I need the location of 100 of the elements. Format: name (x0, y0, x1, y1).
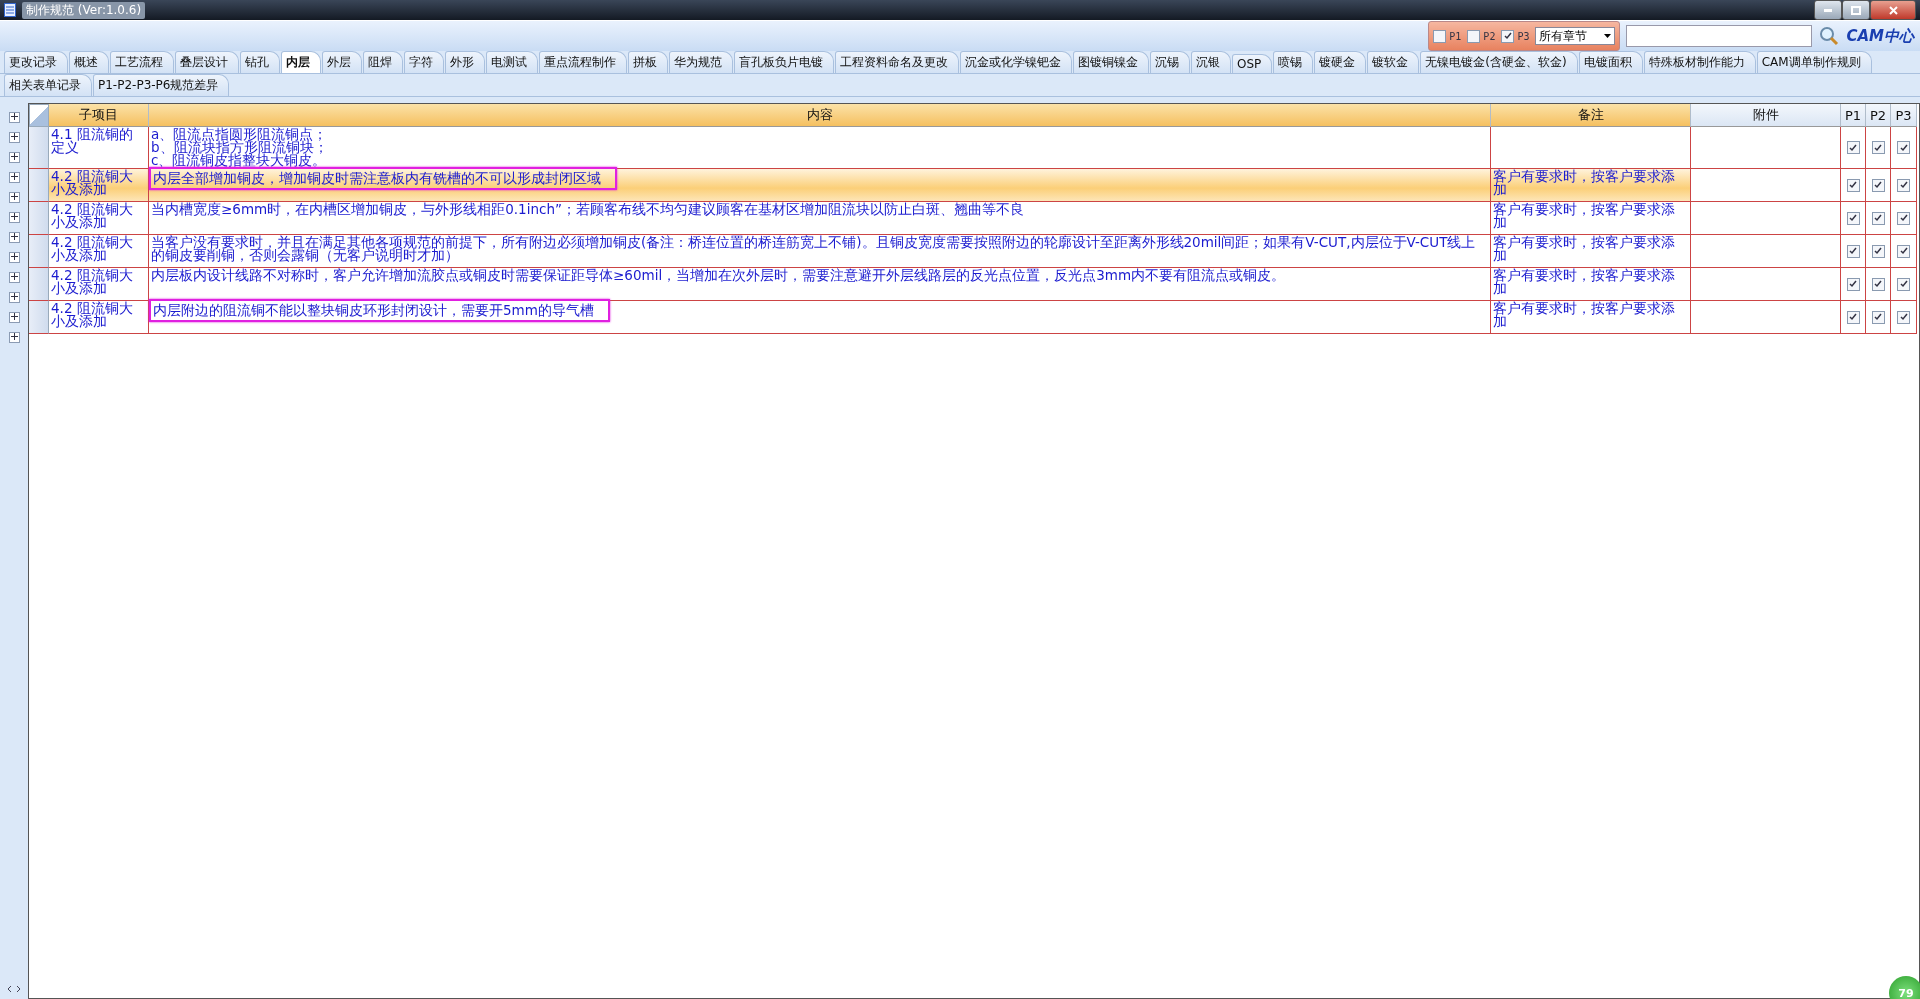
expand-icon[interactable] (8, 132, 20, 143)
checkbox[interactable] (1897, 310, 1910, 324)
tab[interactable]: 喷锡 (1273, 51, 1314, 73)
tab[interactable]: 内层 (281, 51, 321, 73)
expand-icon[interactable] (8, 112, 20, 123)
close-icon (1888, 5, 1898, 15)
search-field[interactable] (1626, 25, 1813, 47)
tab[interactable]: 外形 (445, 51, 485, 73)
count-badge: 79 (1889, 976, 1920, 999)
tab[interactable]: 工艺流程 (110, 51, 174, 73)
checkbox[interactable] (1897, 277, 1910, 291)
table-cell: 客户有要求时，按客户要求添加 (1491, 301, 1691, 334)
tab[interactable]: 概述 (69, 51, 109, 73)
checkbox[interactable] (1846, 178, 1860, 192)
checkbox[interactable] (1871, 211, 1885, 225)
checkbox[interactable] (1846, 141, 1860, 154)
expand-icon[interactable] (8, 312, 20, 323)
table-cell: 4.2 阻流铜大小及添加 (49, 169, 149, 202)
tab[interactable]: 外层 (322, 51, 362, 73)
tab[interactable]: 镀硬金 (1314, 51, 1367, 73)
expand-icon[interactable] (8, 272, 20, 283)
expand-icon[interactable] (8, 252, 20, 263)
tab[interactable]: 图镀铜镍金 (1073, 51, 1149, 73)
tab[interactable]: 沉银 (1191, 51, 1231, 73)
column-header[interactable]: P1 (1841, 104, 1866, 127)
scroll-arrows-icon[interactable] (6, 984, 22, 995)
filter-checkbox[interactable] (1433, 29, 1447, 43)
tab[interactable]: 无镍电镀金(含硬金、软金) (1420, 51, 1578, 73)
checkbox[interactable] (1897, 244, 1910, 258)
table-cell-text: 内层板内设计线路不对称时，客户允许增加流胶点或铜皮时需要保证距导体≥60mil，当增加在次外层时，需要注意避开外层线路层的反光点位置，反光点3mm内不要有阻流点或铜皮。 (151, 269, 1287, 282)
checkbox[interactable] (1871, 244, 1885, 258)
filter-checkbox[interactable] (1467, 29, 1481, 43)
filter-label: P3 (1517, 30, 1530, 42)
tab[interactable]: OSP (1232, 54, 1273, 73)
checkbox[interactable] (1846, 211, 1860, 225)
tab[interactable]: 电测试 (486, 51, 538, 73)
row-header[interactable] (29, 202, 49, 235)
expand-icon[interactable] (8, 332, 20, 343)
expand-icon[interactable] (8, 232, 20, 243)
tab[interactable]: 拼板 (628, 51, 668, 73)
maximize-button[interactable] (1842, 0, 1870, 20)
row-header[interactable] (29, 301, 49, 334)
tab[interactable]: CAM调单制作规则 (1756, 51, 1872, 73)
checkbox[interactable] (1846, 244, 1860, 258)
row-header[interactable] (29, 169, 49, 202)
checkbox[interactable] (1897, 178, 1910, 192)
checkbox[interactable] (1897, 141, 1910, 154)
maximize-icon (1851, 5, 1861, 15)
app-icon (4, 3, 16, 17)
expand-icon[interactable] (8, 192, 20, 203)
row-header[interactable] (29, 268, 49, 301)
column-header[interactable]: 子项目 (49, 104, 149, 127)
tab[interactable]: 华为规范 (669, 51, 733, 73)
column-header[interactable]: P2 (1866, 104, 1891, 127)
checkbox[interactable] (1846, 277, 1860, 291)
tab[interactable]: 镀软金 (1367, 51, 1420, 73)
tab[interactable]: 阻焊 (363, 51, 403, 73)
tab[interactable]: 盲孔板负片电镀 (734, 51, 834, 73)
filter-checkbox[interactable] (1501, 29, 1515, 43)
checkbox[interactable] (1871, 178, 1885, 192)
tab[interactable]: 字符 (404, 51, 444, 73)
checkbox[interactable] (1871, 141, 1885, 154)
tab[interactable]: 钻孔 (240, 51, 280, 73)
expand-icon[interactable] (8, 152, 20, 163)
chapter-select[interactable]: 所有章节 (1535, 27, 1616, 45)
dropdown-caret-icon (1604, 34, 1612, 38)
expand-icon[interactable] (8, 292, 20, 303)
logo: CAM中心 (1846, 26, 1914, 46)
minimize-button[interactable] (1814, 0, 1842, 20)
tab[interactable]: 相关表单记录 (4, 74, 92, 96)
tab[interactable]: 特殊板材制作能力 (1643, 51, 1756, 73)
row-header[interactable] (29, 235, 49, 268)
search-icon[interactable] (1818, 25, 1841, 47)
column-header[interactable]: 备注 (1491, 104, 1691, 127)
expand-icon[interactable] (8, 172, 20, 183)
tab[interactable]: 工程资料命名及更改 (835, 51, 959, 73)
table-cell-text: a、阻流点指圆形阻流铜点； (151, 128, 329, 141)
table-cell: 4.2 阻流铜大小及添加 (49, 268, 149, 301)
table-cell: 客户有要求时，按客户要求添加 (1491, 202, 1691, 235)
tab[interactable]: 重点流程制作 (539, 51, 627, 73)
column-header[interactable]: 附件 (1691, 104, 1841, 127)
tab[interactable]: 沉金或化学镍钯金 (960, 51, 1072, 73)
close-button[interactable] (1870, 0, 1916, 20)
checkbox[interactable] (1846, 310, 1860, 324)
expand-icon[interactable] (8, 212, 20, 223)
table-cell-text: 当客户没有要求时，并且在满足其他各项规范的前提下，所有附边必须增加铜皮(备注：桥连位置的桥连筋宽上不铺)。且铜皮宽度需要按照附边的轮廓设计至距离外形线20mil间距；如果有V-CUT,内层位于V-CUT线上的铜皮要削铜，否则会露铜（无客户说明时才加） (151, 236, 1477, 262)
tab[interactable]: P1-P2-P3-P6规范差异 (93, 74, 230, 96)
checkbox[interactable] (1871, 310, 1885, 324)
row-header[interactable] (29, 127, 49, 169)
tab[interactable]: 更改记录 (4, 51, 68, 73)
checkbox[interactable] (1897, 211, 1910, 225)
column-header[interactable]: 内容 (149, 104, 1491, 127)
table-cell-text: 当内槽宽度≥6mm时，在内槽区增加铜皮，与外形线相距0.1inch”；若顾客布线不均匀建议顾客在基材区增加阻流块以防止白斑、翘曲等不良 (151, 203, 1025, 216)
table-cell-text: b、阻流块指方形阻流铜块； (151, 141, 329, 154)
tab[interactable]: 沉锡 (1150, 51, 1190, 73)
window-title: 制作规范 (Ver:1.0.6) (22, 1, 146, 19)
checkbox[interactable] (1871, 277, 1885, 291)
column-header[interactable]: P3 (1891, 104, 1917, 127)
tab[interactable]: 电镀面积 (1578, 51, 1643, 73)
tab[interactable]: 叠层设计 (175, 51, 239, 73)
